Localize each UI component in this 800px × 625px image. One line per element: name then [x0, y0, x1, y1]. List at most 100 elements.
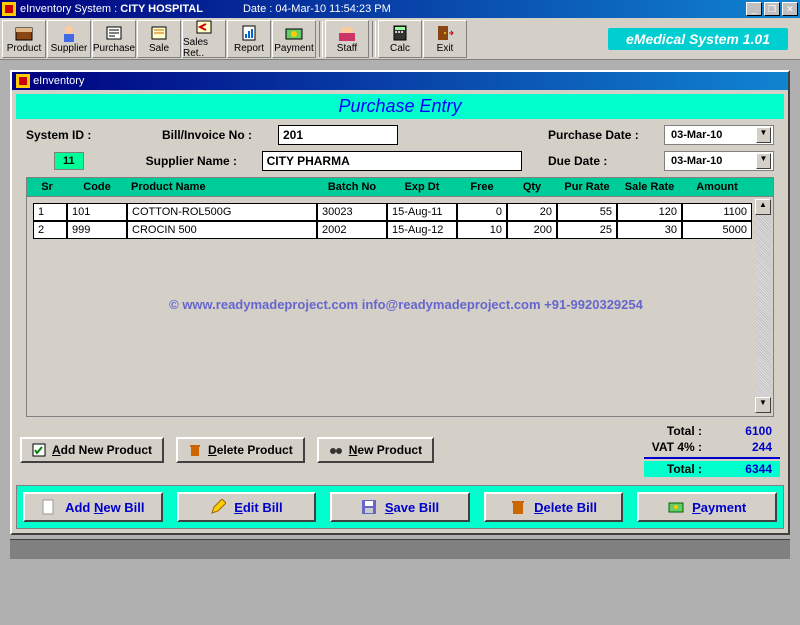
- close-button[interactable]: ✕: [782, 2, 798, 16]
- save-bill-button[interactable]: Save Bill: [330, 492, 470, 522]
- pencil-icon: [210, 499, 226, 515]
- col-batch: Batch No: [317, 181, 387, 193]
- child-app-icon: [16, 74, 30, 88]
- purchdate-picker[interactable]: 03-Mar-10 ▼: [664, 125, 774, 145]
- col-exp: Exp Dt: [387, 181, 457, 193]
- status-bar: [10, 539, 790, 559]
- main-toolbar: Product Supplier Purchase Sale Sales Ret…: [0, 18, 800, 60]
- maximize-button[interactable]: ❐: [764, 2, 780, 16]
- toolbar-payment[interactable]: Payment: [272, 20, 316, 58]
- add-bill-button[interactable]: Add New Bill: [23, 492, 163, 522]
- col-code: Code: [67, 181, 127, 193]
- child-titlebar: eInventory: [12, 72, 788, 90]
- supplier-label: Supplier Name :: [146, 154, 256, 168]
- calc-icon: [390, 24, 410, 42]
- grand-total-value: 6344: [712, 462, 772, 476]
- cell-amt[interactable]: 5000: [682, 221, 752, 239]
- col-amt: Amount: [682, 181, 752, 193]
- vat-value: 244: [712, 440, 772, 454]
- watermark-text: © www.readymadeproject.com info@readymad…: [33, 297, 779, 312]
- cell-pur[interactable]: 55: [557, 203, 617, 221]
- titlebar-appname: eInventory System : CITY HOSPITAL: [20, 3, 203, 15]
- toolbar-product[interactable]: Product: [2, 20, 46, 58]
- toolbar-calc[interactable]: Calc: [378, 20, 422, 58]
- check-plus-icon: [32, 443, 46, 457]
- toolbar-report[interactable]: Report: [227, 20, 271, 58]
- billno-input[interactable]: [278, 125, 398, 145]
- cell-qty[interactable]: 200: [507, 221, 557, 239]
- cell-batch[interactable]: 30023: [317, 203, 387, 221]
- duedate-value: 03-Mar-10: [667, 155, 756, 167]
- cell-sale[interactable]: 120: [617, 203, 682, 221]
- new-doc-icon: [41, 499, 57, 515]
- cell-sr[interactable]: 2: [33, 221, 67, 239]
- grid-body: 1101COTTON-ROL500G3002315-Aug-1102055120…: [26, 197, 774, 417]
- table-row[interactable]: 1101COTTON-ROL500G3002315-Aug-1102055120…: [33, 203, 767, 221]
- col-name: Product Name: [127, 181, 317, 193]
- delete-bill-button[interactable]: Delete Bill: [484, 492, 624, 522]
- binoculars-icon: [329, 443, 343, 457]
- new-product-button[interactable]: New Product: [317, 437, 434, 463]
- scroll-down-icon[interactable]: ▼: [755, 397, 771, 413]
- delete-product-button[interactable]: Delete Product: [176, 437, 305, 463]
- add-product-button[interactable]: Add New Product: [20, 437, 164, 463]
- cell-sale[interactable]: 30: [617, 221, 682, 239]
- app-icon: [2, 2, 16, 16]
- toolbar-exit[interactable]: Exit: [423, 20, 467, 58]
- toolbar-staff[interactable]: Staff: [325, 20, 369, 58]
- trash-icon: [510, 499, 526, 515]
- cell-name[interactable]: CROCIN 500: [127, 221, 317, 239]
- billno-label: Bill/Invoice No :: [162, 128, 272, 142]
- duedate-picker[interactable]: 03-Mar-10 ▼: [664, 151, 774, 171]
- product-icon: [14, 24, 34, 42]
- report-icon: [239, 24, 259, 42]
- cell-free[interactable]: 0: [457, 203, 507, 221]
- cell-code[interactable]: 101: [67, 203, 127, 221]
- cell-free[interactable]: 10: [457, 221, 507, 239]
- cell-code[interactable]: 999: [67, 221, 127, 239]
- cell-sr[interactable]: 1: [33, 203, 67, 221]
- table-row[interactable]: 2999CROCIN 500200215-Aug-121020025305000: [33, 221, 767, 239]
- cell-exp[interactable]: 15-Aug-11: [387, 203, 457, 221]
- toolbar-sale[interactable]: Sale: [137, 20, 181, 58]
- vertical-scrollbar[interactable]: ▲ ▼: [755, 199, 771, 413]
- brand-area: eMedical System 1.01: [608, 28, 788, 50]
- scroll-track[interactable]: [755, 215, 771, 397]
- systemid-value: 11: [54, 152, 84, 170]
- payment-icon: [284, 24, 304, 42]
- main-titlebar: eInventory System : CITY HOSPITAL Date :…: [0, 0, 800, 18]
- scroll-up-icon[interactable]: ▲: [755, 199, 771, 215]
- cell-amt[interactable]: 1100: [682, 203, 752, 221]
- cell-exp[interactable]: 15-Aug-12: [387, 221, 457, 239]
- edit-bill-button[interactable]: Edit Bill: [177, 492, 317, 522]
- col-sr: Sr: [27, 181, 67, 193]
- dropdown-icon[interactable]: ▼: [756, 127, 771, 143]
- systemid-label: System ID :: [26, 128, 156, 142]
- toolbar-separator: [319, 21, 323, 57]
- toolbar-purchase[interactable]: Purchase: [92, 20, 136, 58]
- duedate-label: Due Date :: [548, 154, 658, 168]
- sale-icon: [149, 24, 169, 42]
- cell-batch[interactable]: 2002: [317, 221, 387, 239]
- toolbar-salesret[interactable]: Sales Ret..: [182, 20, 226, 58]
- toolbar-supplier[interactable]: Supplier: [47, 20, 91, 58]
- total-value: 6100: [712, 424, 772, 438]
- exit-icon: [435, 24, 455, 42]
- col-sale: Sale Rate: [617, 181, 682, 193]
- page-heading-strip: Purchase Entry: [16, 94, 784, 119]
- cell-name[interactable]: COTTON-ROL500G: [127, 203, 317, 221]
- purchase-entry-window: eInventory Purchase Entry System ID : Bi…: [10, 70, 790, 535]
- disk-icon: [361, 499, 377, 515]
- cell-pur[interactable]: 25: [557, 221, 617, 239]
- trash-icon: [188, 443, 202, 457]
- dropdown-icon[interactable]: ▼: [756, 153, 771, 169]
- col-free: Free: [457, 181, 507, 193]
- titlebar-datetime: Date : 04-Mar-10 11:54:23 PM: [243, 3, 391, 15]
- supplier-input[interactable]: [262, 151, 522, 171]
- salesret-icon: [194, 18, 214, 36]
- payment-button[interactable]: Payment: [637, 492, 777, 522]
- brand-label: eMedical System 1.01: [608, 28, 788, 50]
- toolbar-separator: [372, 21, 376, 57]
- cell-qty[interactable]: 20: [507, 203, 557, 221]
- minimize-button[interactable]: _: [746, 2, 762, 16]
